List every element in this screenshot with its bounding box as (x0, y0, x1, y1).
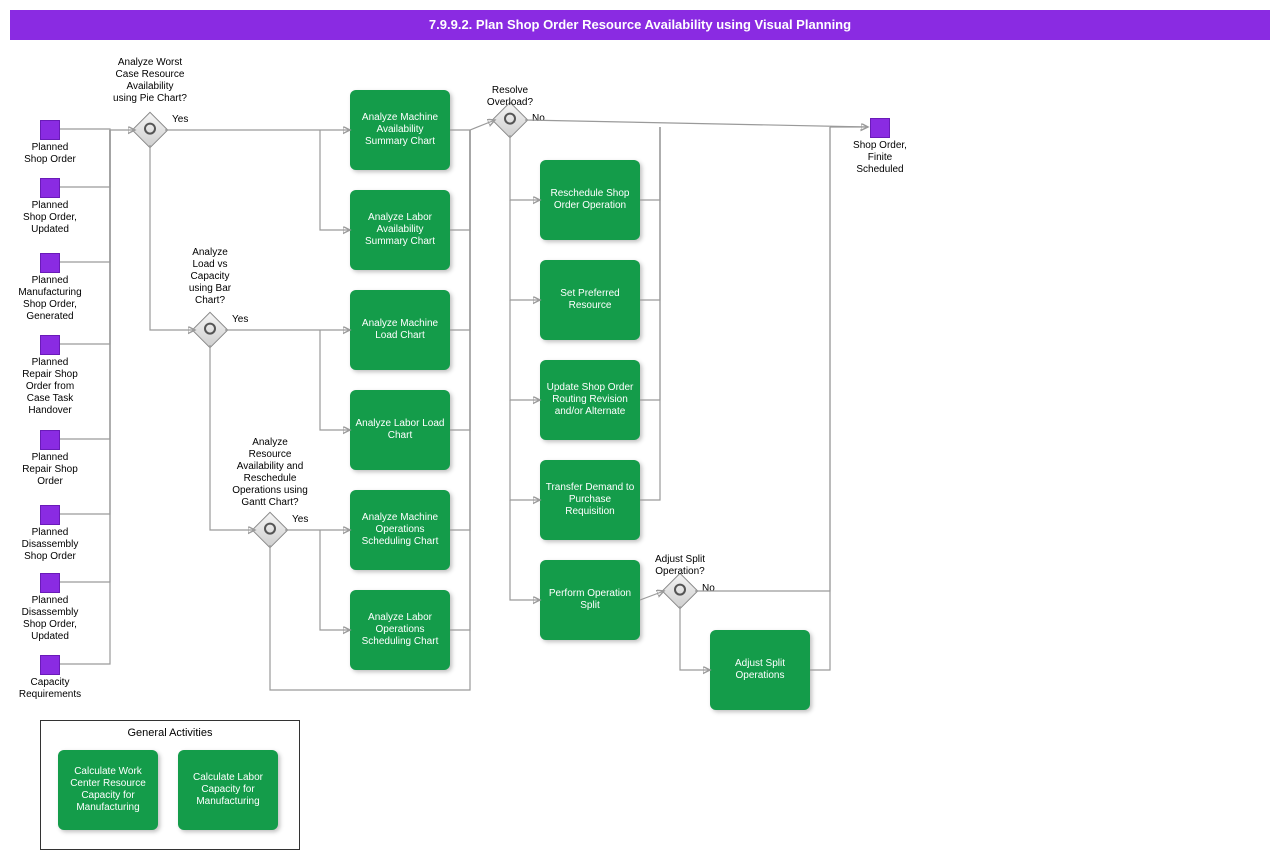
activity-calc-labor-capacity: Calculate Labor Capacity for Manufacturi… (178, 750, 278, 830)
branch-label-yes: Yes (172, 114, 188, 125)
start-event (40, 253, 60, 273)
branch-label-yes: Yes (232, 314, 248, 325)
activity-perform-split: Perform Operation Split (540, 560, 640, 640)
start-event-label: PlannedDisassemblyShop Order (10, 527, 90, 563)
start-event (40, 120, 60, 140)
gateway-bar-chart (192, 312, 229, 349)
activity-analyze-labor-ops-sched: Analyze Labor Operations Scheduling Char… (350, 590, 450, 670)
gateway-gantt-chart (252, 512, 289, 549)
gateway-label: AnalyzeResourceAvailability andReschedul… (210, 437, 330, 509)
general-activities-title: General Activities (41, 721, 299, 739)
gateway-label: ResolveOverload? (475, 85, 545, 109)
start-event-label: PlannedShop Order (15, 142, 85, 166)
activity-analyze-machine-availability: Analyze Machine Availability Summary Cha… (350, 90, 450, 170)
activity-set-preferred-resource: Set Preferred Resource (540, 260, 640, 340)
start-event-label: PlannedManufacturingShop Order,Generated (5, 275, 95, 323)
start-event (40, 655, 60, 675)
activity-transfer-demand: Transfer Demand to Purchase Requisition (540, 460, 640, 540)
gateway-adjust-split (662, 573, 699, 610)
activity-analyze-labor-load: Analyze Labor Load Chart (350, 390, 450, 470)
branch-label-no: No (702, 583, 715, 594)
start-event-label: PlannedRepair ShopOrder fromCase TaskHan… (10, 357, 90, 417)
activity-update-routing: Update Shop Order Routing Revision and/o… (540, 360, 640, 440)
start-event (40, 178, 60, 198)
gateway-label: AnalyzeLoad vsCapacityusing BarChart? (170, 247, 250, 307)
start-event (40, 335, 60, 355)
gateway-label: Adjust SplitOperation? (640, 554, 720, 578)
start-event (40, 573, 60, 593)
gateway-label: Analyze WorstCase ResourceAvailabilityus… (100, 57, 200, 105)
start-event-label: PlannedDisassemblyShop Order,Updated (10, 595, 90, 643)
page-title: 7.9.9.2. Plan Shop Order Resource Availa… (10, 10, 1270, 40)
activity-analyze-machine-ops-sched: Analyze Machine Operations Scheduling Ch… (350, 490, 450, 570)
activity-reschedule-op: Reschedule Shop Order Operation (540, 160, 640, 240)
activity-calc-wc-capacity: Calculate Work Center Resource Capacity … (58, 750, 158, 830)
end-event (870, 118, 890, 138)
start-event-label: PlannedShop Order,Updated (15, 200, 85, 236)
activity-analyze-machine-load: Analyze Machine Load Chart (350, 290, 450, 370)
activity-adjust-split-ops: Adjust Split Operations (710, 630, 810, 710)
branch-label-yes: Yes (292, 514, 308, 525)
start-event (40, 505, 60, 525)
branch-label-no: No (532, 113, 545, 124)
start-event (40, 430, 60, 450)
start-event-label: CapacityRequirements (5, 677, 95, 701)
diagram-canvas: 7.9.9.2. Plan Shop Order Resource Availa… (0, 0, 1280, 860)
start-event-label: PlannedRepair ShopOrder (10, 452, 90, 488)
activity-analyze-labor-availability: Analyze Labor Availability Summary Chart (350, 190, 450, 270)
gateway-pie-chart (132, 112, 169, 149)
end-event-label: Shop Order,FiniteScheduled (840, 140, 920, 176)
